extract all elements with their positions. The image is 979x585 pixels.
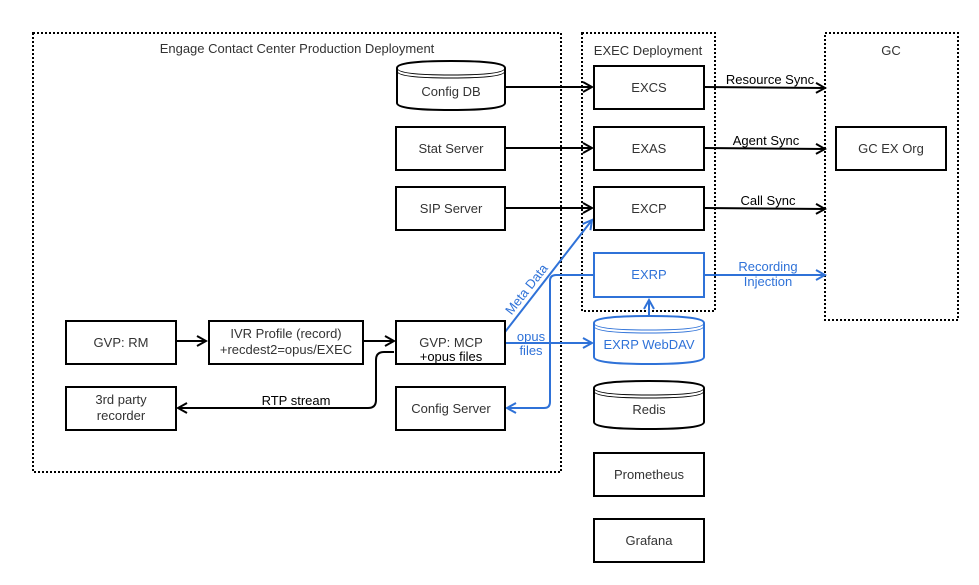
node-exrp-webdav-label: EXRP WebDAV xyxy=(603,337,694,352)
node-stat-server-label: Stat Server xyxy=(418,141,484,156)
node-prometheus-label: Prometheus xyxy=(614,467,685,482)
node-redis[interactable]: Redis xyxy=(593,379,705,431)
node-grafana[interactable]: Grafana xyxy=(593,518,705,563)
node-third-party-recorder[interactable]: 3rd party recorder xyxy=(65,386,177,431)
node-exrp[interactable]: EXRP xyxy=(593,252,705,298)
label-recording-injection-1: Recording xyxy=(738,259,797,274)
node-excs-label: EXCS xyxy=(631,80,667,95)
node-exas-label: EXAS xyxy=(632,141,667,156)
node-gc-ex-org-label: GC EX Org xyxy=(858,141,924,156)
node-config-server[interactable]: Config Server xyxy=(395,386,506,431)
edge-resource-sync xyxy=(703,87,825,88)
label-recording-injection-2: Injection xyxy=(744,274,792,289)
node-exrp-webdav[interactable]: EXRP WebDAV xyxy=(593,314,705,366)
node-exrp-label: EXRP xyxy=(631,267,666,282)
architecture-diagram: Engage Contact Center Production Deploym… xyxy=(32,32,959,563)
node-third-party-line2: recorder xyxy=(97,408,146,423)
node-config-db[interactable]: Config DB xyxy=(396,59,506,112)
node-config-db-label: Config DB xyxy=(421,84,480,99)
node-sip-server-label: SIP Server xyxy=(420,201,483,216)
node-redis-label: Redis xyxy=(632,402,666,417)
node-gvp-rm[interactable]: GVP: RM xyxy=(65,320,177,365)
edge-agent-sync xyxy=(703,148,825,149)
node-ivr-profile-line1: IVR Profile (record) xyxy=(230,326,341,341)
label-rtp-stream: RTP stream xyxy=(262,393,331,408)
node-excs[interactable]: EXCS xyxy=(593,65,705,110)
group-exec-title: EXEC Deployment xyxy=(594,43,703,58)
label-opus-files-2: files xyxy=(519,343,543,358)
node-prometheus[interactable]: Prometheus xyxy=(593,452,705,497)
label-call-sync: Call Sync xyxy=(741,193,796,208)
node-gvp-mcp-line1: GVP: MCP xyxy=(419,335,483,350)
node-excp[interactable]: EXCP xyxy=(593,186,705,231)
group-engage-title: Engage Contact Center Production Deploym… xyxy=(160,41,435,56)
group-gc: GC xyxy=(824,32,959,321)
node-gvp-rm-label: GVP: RM xyxy=(94,335,149,350)
node-stat-server[interactable]: Stat Server xyxy=(395,126,506,171)
node-sip-server[interactable]: SIP Server xyxy=(395,186,506,231)
node-ivr-profile-line2: +recdest2=opus/EXEC xyxy=(220,342,352,357)
group-gc-title: GC xyxy=(881,43,901,58)
node-gvp-mcp-line2: +opus files xyxy=(420,349,483,364)
node-excp-label: EXCP xyxy=(631,201,666,216)
node-exas[interactable]: EXAS xyxy=(593,126,705,171)
node-third-party-line1: 3rd party xyxy=(95,392,147,407)
node-grafana-label: Grafana xyxy=(626,533,674,548)
node-gc-ex-org[interactable]: GC EX Org xyxy=(835,126,947,171)
label-resource-sync: Resource Sync xyxy=(726,72,815,87)
edge-call-sync xyxy=(703,208,825,209)
label-opus-files-1: opus xyxy=(517,329,546,344)
label-agent-sync: Agent Sync xyxy=(733,133,800,148)
node-config-server-label: Config Server xyxy=(411,401,491,416)
node-ivr-profile[interactable]: IVR Profile (record) +recdest2=opus/EXEC xyxy=(208,320,364,365)
label-meta-data: Meta Data xyxy=(502,260,551,317)
node-gvp-mcp[interactable]: GVP: MCP +opus files xyxy=(395,320,506,365)
